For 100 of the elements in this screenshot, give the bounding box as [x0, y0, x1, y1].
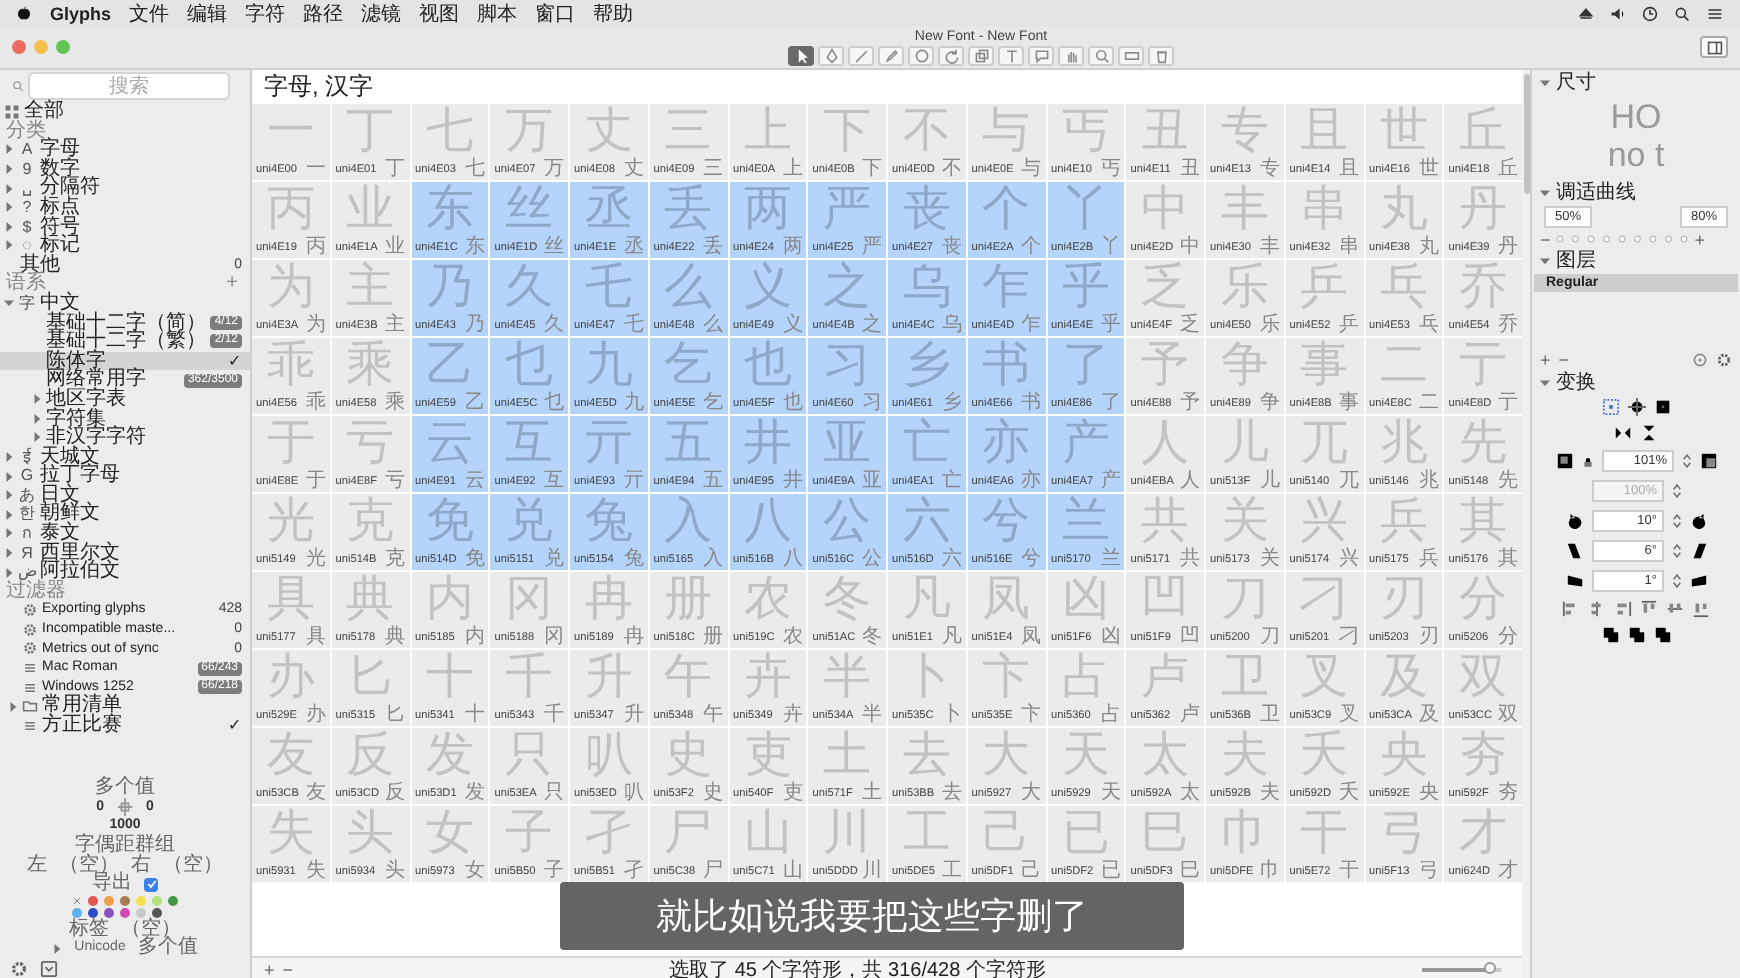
sidebar-item[interactable]: Я 西里尔文 — [0, 543, 250, 563]
sidebar-item[interactable]: 非汉字字符 — [0, 428, 250, 448]
sidebar-item[interactable]: ? 标点 — [0, 197, 250, 218]
sidebar-item[interactable]: あ 日文 — [0, 485, 250, 505]
slant-right-icon[interactable] — [1689, 542, 1707, 560]
search-icon[interactable] — [1674, 5, 1690, 21]
skew-left-icon[interactable] — [1565, 572, 1583, 590]
scale-down-icon[interactable] — [1555, 452, 1573, 470]
minus-button[interactable]: − — [1540, 229, 1551, 249]
disclosure-icon[interactable] — [4, 451, 14, 462]
add-button[interactable]: + — [1540, 350, 1551, 370]
tags-value[interactable]: （空） — [121, 919, 181, 939]
stepper-icon[interactable] — [1681, 452, 1691, 470]
kerning-value[interactable]: （空） — [59, 855, 119, 875]
stepper-icon[interactable] — [1671, 482, 1681, 500]
color-swatch[interactable] — [167, 895, 177, 906]
disclosure-icon[interactable] — [1540, 255, 1550, 265]
plus-button[interactable]: + — [1694, 229, 1706, 249]
sidebar-item[interactable]: 方正比赛 ✓ — [0, 716, 250, 736]
disclosure-icon[interactable] — [1540, 187, 1550, 197]
sidebar-item[interactable]: 常用清单 — [0, 696, 250, 716]
disclosure-icon[interactable] — [4, 183, 14, 194]
menu-item[interactable]: 脚本 — [477, 0, 518, 27]
flip-vertical-icon[interactable] — [1640, 424, 1658, 442]
disclosure-icon[interactable] — [4, 221, 14, 232]
sidebar-item[interactable]: G 拉丁字母 — [0, 466, 250, 486]
color-swatch[interactable] — [151, 907, 161, 918]
disclosure-icon[interactable] — [4, 144, 14, 155]
scale-up-icon[interactable] — [1699, 452, 1717, 470]
color-swatch[interactable] — [151, 895, 161, 906]
menu-item[interactable]: 视图 — [419, 0, 460, 27]
slider-track[interactable] — [1554, 234, 1691, 244]
color-swatch[interactable] — [103, 907, 113, 918]
align-right-icon[interactable] — [1614, 600, 1632, 618]
disclosure-icon[interactable] — [4, 547, 14, 558]
align-bottom-icon[interactable] — [1692, 600, 1710, 618]
flip-horizontal-icon[interactable] — [1614, 424, 1632, 442]
volume-icon[interactable] — [1610, 5, 1626, 21]
stepper-icon[interactable] — [1671, 512, 1681, 530]
gear-icon[interactable] — [1716, 352, 1732, 368]
scrollbar-thumb[interactable] — [1523, 74, 1529, 194]
slant-left-icon[interactable] — [1565, 542, 1583, 560]
remove-button[interactable]: − — [1558, 350, 1570, 370]
menu-icon[interactable] — [1706, 5, 1724, 21]
color-swatch[interactable] — [119, 895, 129, 906]
sidebar-toggle-button[interactable] — [1700, 36, 1728, 58]
sidebar-item[interactable]: A 字母 — [0, 140, 250, 160]
sidebar-item[interactable]: ก 泰文 — [0, 524, 250, 544]
sidebar-item[interactable]: ␣ 分隔符 — [0, 178, 250, 198]
slider-thumb[interactable] — [1484, 962, 1496, 974]
sidebar-item[interactable]: $ 符号 — [0, 217, 250, 237]
menu-item[interactable]: 路径 — [303, 0, 344, 27]
sidebar-item[interactable]: ई 天城文 — [0, 447, 250, 467]
kerning-value[interactable]: （空） — [163, 855, 223, 875]
stepper-icon[interactable] — [1671, 542, 1681, 560]
color-swatch[interactable] — [87, 895, 97, 906]
remove-button[interactable]: − — [282, 959, 294, 978]
sidebar-item[interactable]: 地区字表 — [0, 389, 250, 409]
disclosure-icon[interactable] — [1540, 77, 1550, 87]
eject-icon[interactable] — [1578, 5, 1594, 21]
menu-item[interactable]: 编辑 — [187, 0, 228, 27]
color-swatch[interactable] — [103, 895, 113, 906]
align-center-icon[interactable] — [1588, 600, 1606, 618]
sidebar-item[interactable]: ◌ 标记 — [0, 236, 250, 256]
disclosure-icon[interactable] — [8, 701, 18, 712]
menu-item[interactable]: 窗口 — [535, 0, 576, 27]
disclosure-icon[interactable] — [4, 240, 14, 251]
search-field[interactable]: 搜索 — [28, 72, 230, 100]
dropdown-icon[interactable] — [40, 960, 58, 978]
gear-icon[interactable] — [10, 960, 28, 978]
disclosure-icon[interactable] — [1540, 377, 1550, 387]
selection-grid-icon[interactable] — [1601, 398, 1619, 416]
disclosure-icon[interactable] — [4, 202, 14, 213]
sidebar-item[interactable]: 한 朝鲜文 — [0, 504, 250, 525]
crosshair-icon[interactable] — [1627, 398, 1645, 416]
disclosure-icon[interactable] — [32, 394, 42, 405]
eye-icon[interactable] — [1692, 352, 1708, 368]
sidebar-item[interactable]: 字 中文 — [0, 293, 250, 314]
disclosure-icon[interactable] — [32, 413, 42, 424]
disclosure-icon[interactable] — [32, 432, 42, 443]
add-button[interactable]: + — [264, 959, 275, 978]
disclosure-icon[interactable] — [4, 528, 14, 539]
menu-item[interactable]: 字符 — [245, 0, 286, 27]
disclosure-icon[interactable] — [4, 567, 14, 578]
close-button[interactable] — [12, 40, 26, 54]
disclosure-icon[interactable] — [52, 943, 63, 954]
clock-icon[interactable] — [1642, 5, 1658, 21]
color-swatch[interactable] — [119, 907, 129, 918]
align-top-icon[interactable] — [1640, 600, 1658, 618]
disclosure-icon[interactable] — [4, 490, 14, 501]
menu-item[interactable]: Glyphs — [50, 3, 112, 23]
color-swatch[interactable] — [71, 907, 81, 918]
menu-item[interactable]: 帮助 — [593, 0, 634, 27]
union-icon[interactable] — [1601, 626, 1619, 644]
disclosure-icon[interactable] — [4, 164, 14, 175]
disclosure-icon[interactable] — [4, 509, 14, 520]
color-swatch[interactable] — [135, 907, 145, 918]
tool-button[interactable] — [788, 45, 814, 65]
disclosure-icon[interactable] — [4, 471, 14, 482]
sidebar-item[interactable]: 9 数字 — [0, 159, 250, 179]
